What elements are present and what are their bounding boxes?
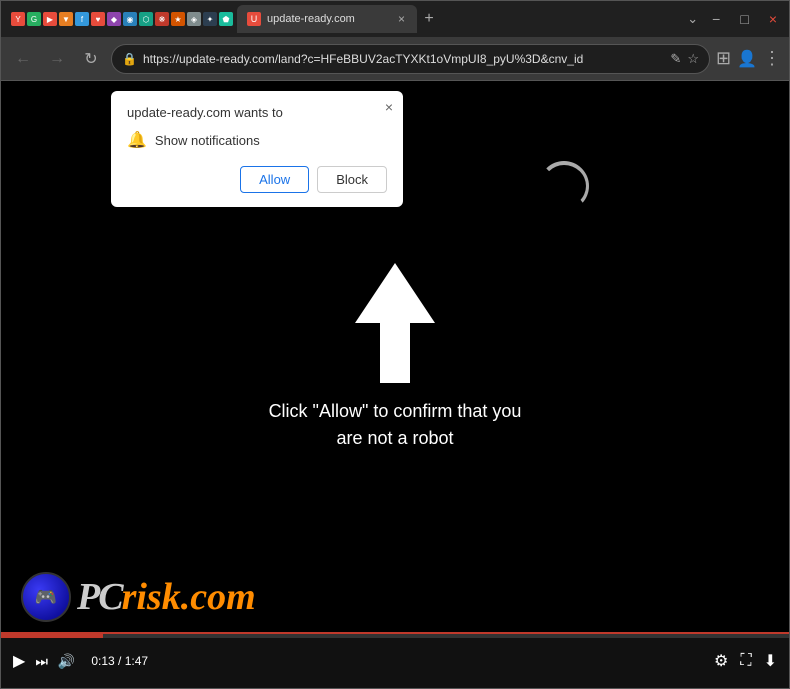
favicon-1: Y [11,12,25,26]
menu-icon[interactable]: ⋮ [763,48,781,69]
favicon-5: f [75,12,89,26]
favicon-14: ⬟ [219,12,233,26]
video-right-controls: ⚙ ⛶ ⬇ [714,651,777,671]
window-controls: ⌄ − □ × [687,9,783,29]
reload-button[interactable]: ↻ [77,45,105,73]
favicon-6: ♥ [91,12,105,26]
pcrisk-logo: 🎮 PC risk.com [21,572,256,622]
click-allow-text: Click "Allow" to confirm that youare not… [269,398,522,452]
logo-text: PC risk.com [77,575,256,619]
favicon-4: ▼ [59,12,73,26]
volume-button[interactable]: 🔊 [58,653,75,670]
page-content: × update-ready.com wants to 🔔 Show notif… [1,81,789,688]
popup-buttons: Allow Block [127,166,387,193]
skip-button[interactable]: ⏭ [35,653,48,670]
popup-title: update-ready.com wants to [127,105,387,120]
back-button[interactable]: ← [9,45,37,73]
block-button[interactable]: Block [317,166,387,193]
lock-icon: 🔒 [122,52,137,66]
favicon-12: ◈ [187,12,201,26]
settings-button[interactable]: ⚙ [714,651,728,671]
permission-text: Show notifications [155,133,260,148]
address-actions: ✎ ☆ [670,51,699,67]
bell-icon: 🔔 [127,130,147,150]
minimize-button[interactable]: − [706,9,726,29]
bookmark-icon[interactable]: ☆ [687,51,699,67]
favicon-11: ★ [171,12,185,26]
address-bar[interactable]: 🔒 https://update-ready.com/land?c=HFeBBU… [111,44,710,74]
profile-icon[interactable]: 👤 [737,49,757,69]
edit-icon[interactable]: ✎ [670,51,681,67]
tab-close-btn[interactable]: × [396,10,407,28]
active-tab[interactable]: U update-ready.com × [237,5,417,33]
click-text-content: Click "Allow" to confirm that youare not… [269,401,522,448]
favicon-7: ◆ [107,12,121,26]
favicon-10: ❋ [155,12,169,26]
tabs-row: Y G ▶ ▼ f ♥ ◆ ◉ ⬡ ❋ ★ ◈ ✦ ⬟ U update-rea… [7,5,675,33]
play-button[interactable]: ▶ [13,651,25,671]
loading-spinner [539,161,589,211]
popup-close-button[interactable]: × [385,99,393,115]
toolbar: ← → ↻ 🔒 https://update-ready.com/land?c=… [1,37,789,81]
arrow-up-icon [345,258,445,388]
risk-text: risk.com [122,575,256,619]
tab-title: update-ready.com [267,13,390,25]
favicon-8: ◉ [123,12,137,26]
favicon-2: G [27,12,41,26]
title-bar: Y G ▶ ▼ f ♥ ◆ ◉ ⬡ ❋ ★ ◈ ✦ ⬟ U update-rea… [1,1,789,37]
maximize-button[interactable]: □ [734,9,754,29]
popup-permission-row: 🔔 Show notifications [127,130,387,150]
favicon-13: ✦ [203,12,217,26]
allow-button[interactable]: Allow [240,166,309,193]
favicon-9: ⬡ [139,12,153,26]
extensions-icon[interactable]: ⊞ [716,48,731,69]
video-controls-bar: ▶ ⏭ 🔊 0:13 / 1:47 ⚙ ⛶ ⬇ [1,632,789,688]
close-button[interactable]: × [763,9,783,29]
progress-fill [1,634,103,638]
progress-track [1,634,789,638]
time-display: 0:13 / 1:47 [91,654,148,668]
fullscreen-button[interactable]: ⛶ [740,652,751,670]
toolbar-right: ⊞ 👤 ⋮ [716,48,781,69]
logo-ball: 🎮 [21,572,71,622]
new-tab-button[interactable]: + [417,7,441,31]
address-text: https://update-ready.com/land?c=HFeBBUV2… [143,52,664,66]
spinner-animation [539,161,589,211]
browser-window: Y G ▶ ▼ f ♥ ◆ ◉ ⬡ ❋ ★ ◈ ✦ ⬟ U update-rea… [0,0,790,689]
active-tab-favicon: U [247,12,261,26]
notification-popup: × update-ready.com wants to 🔔 Show notif… [111,91,403,207]
forward-button[interactable]: → [43,45,71,73]
favicon-3: ▶ [43,12,57,26]
download-button[interactable]: ⬇ [764,651,777,671]
pc-text: PC [77,575,122,619]
chevron-icon[interactable]: ⌄ [687,11,698,27]
